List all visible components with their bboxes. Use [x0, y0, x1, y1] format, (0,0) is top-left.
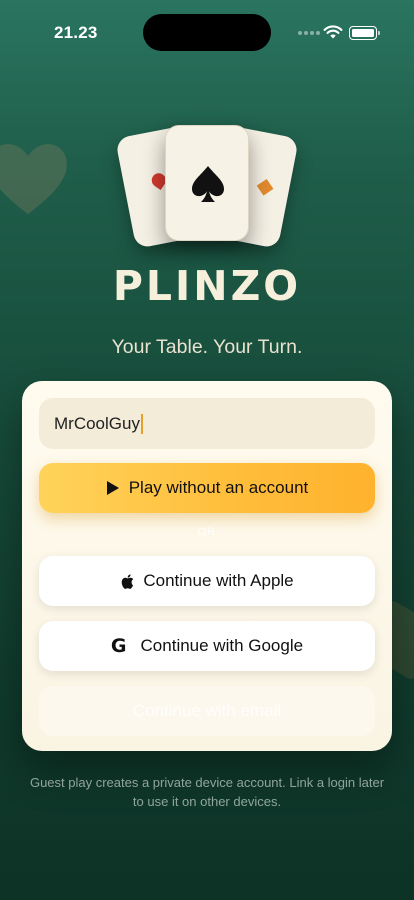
or-divider: OR	[197, 526, 217, 538]
signal-icon	[298, 31, 320, 37]
apple-icon	[120, 573, 134, 590]
continue-with-apple-button[interactable]: Continue with Apple	[39, 556, 375, 606]
spade-icon	[192, 166, 224, 202]
play-button-label: Play without an account	[128, 478, 309, 497]
email-button-label: Continue with email	[132, 701, 282, 720]
play-without-account-button[interactable]: Play without an account	[39, 463, 375, 513]
app-title: PLINZO	[112, 262, 302, 310]
status-bar: 21.23	[0, 0, 414, 62]
continue-with-google-button[interactable]: G Continue with Google	[39, 621, 375, 671]
apple-button-label: Continue with Apple	[143, 571, 294, 590]
sign-in-panel: MrCoolGuy Play without an account OR Con…	[22, 381, 392, 751]
player-name-input[interactable]: MrCoolGuy	[39, 398, 375, 449]
google-button-label: Continue with Google	[140, 636, 304, 655]
google-icon: G	[110, 635, 127, 657]
heart-decoration-icon	[0, 144, 67, 214]
wifi-icon	[323, 25, 343, 39]
app-tagline: Your Table. Your Turn.	[111, 336, 303, 358]
player-name-value: MrCoolGuy	[54, 413, 140, 433]
dynamic-island	[143, 14, 271, 51]
play-icon	[106, 480, 120, 496]
battery-icon	[349, 26, 380, 40]
playing-card-center-icon	[165, 125, 249, 241]
app-logo	[115, 120, 299, 250]
status-time: 21.23	[54, 23, 98, 42]
guest-play-footnote: Guest play creates a private device acco…	[29, 775, 385, 809]
continue-with-email-button[interactable]: Continue with email	[39, 686, 375, 736]
text-cursor	[140, 413, 143, 434]
diamond-suit-icon	[256, 178, 274, 196]
